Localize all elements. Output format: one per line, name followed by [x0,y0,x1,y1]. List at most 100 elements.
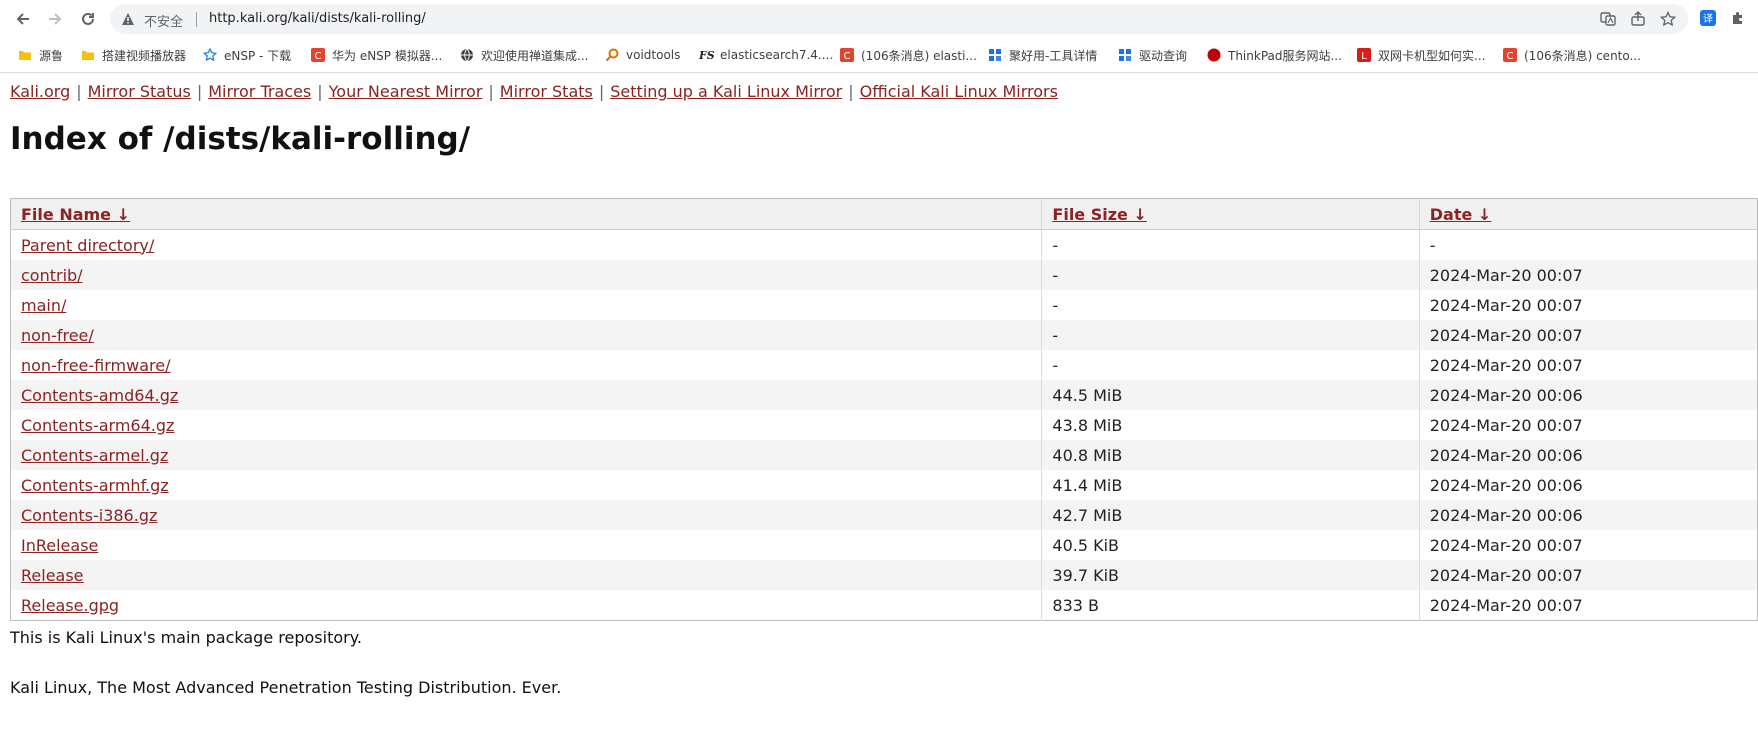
nav-link-official-mirrors[interactable]: Official Kali Linux Mirrors [860,82,1058,101]
table-row: Parent directory/ - - [11,229,1758,261]
sort-by-name-link[interactable]: File Name ↓ [21,205,130,224]
translate-extension-icon[interactable]: 译 [1700,10,1716,30]
file-size-cell: 42.7 MiB [1041,500,1420,530]
nav-link-mirror-traces[interactable]: Mirror Traces [208,82,311,101]
nav-link-kali-org[interactable]: Kali.org [10,82,70,101]
bookmark-label: 搭建视频播放器 [102,48,187,63]
file-link[interactable]: Release.gpg [21,596,119,615]
file-name-cell: Parent directory/ [11,230,1042,261]
column-header-date: Date ↓ [1418,198,1758,230]
nav-link-mirror-stats[interactable]: Mirror Stats [500,82,593,101]
svg-text:L: L [1361,51,1367,62]
bookmark-item[interactable]: 欢迎使用禅道集成... [460,46,588,64]
bookmark-label: 双网卡机型如何实... [1378,48,1486,63]
csdn-favicon-icon: C [840,48,854,62]
sort-by-size-link[interactable]: File Size ↓ [1052,205,1146,224]
file-link[interactable]: Contents-amd64.gz [21,386,178,405]
file-link[interactable]: Release [21,566,84,585]
file-link[interactable]: contrib/ [21,266,83,285]
file-name-cell: non-free-firmware/ [11,350,1042,380]
bookmark-item[interactable]: C (106条消息) cento... [1503,46,1641,64]
bookmark-item[interactable]: L 双网卡机型如何实... [1357,46,1485,64]
bookmark-item[interactable]: 搭建视频播放器 [81,46,186,64]
reload-button[interactable] [75,6,101,32]
bookmark-label: elasticsearch7.4.... [720,48,834,62]
file-name-cell: Contents-i386.gz [11,500,1042,530]
bookmark-star-icon[interactable] [1659,10,1677,31]
file-size-cell: - [1041,320,1420,350]
bookmark-item[interactable]: voidtools [605,46,680,64]
file-link[interactable]: Contents-armhf.gz [21,476,169,495]
share-icon[interactable] [1630,11,1646,31]
file-name-cell: Contents-amd64.gz [11,380,1042,410]
bookmark-item[interactable]: C 华为 eNSP 模拟器... [311,46,442,64]
kali-tagline: Kali Linux, The Most Advanced Penetratio… [10,678,562,697]
bookmark-item[interactable]: 驱动查询 [1118,46,1187,64]
file-link[interactable]: Contents-armel.gz [21,446,168,465]
bookmark-item[interactable]: eNSP - 下载 [202,46,291,64]
file-name-cell: Contents-arm64.gz [11,410,1042,440]
file-name-cell: main/ [11,290,1042,320]
bookmark-item[interactable]: ThinkPad服务网站... [1207,46,1342,64]
arrow-right-icon [49,13,62,25]
security-status[interactable]: 不安全 [144,11,183,30]
file-link[interactable]: non-free/ [21,326,94,345]
bookmark-label: 欢迎使用禅道集成... [481,48,589,63]
file-link[interactable]: InRelease [21,536,98,555]
file-name-cell: Release.gpg [11,590,1042,621]
translate-icon[interactable] [1600,11,1616,31]
table-row: Contents-amd64.gz 44.5 MiB 2024-Mar-20 00:… [10,380,1758,410]
fs-favicon-icon: FS [698,48,715,62]
bookmark-item[interactable]: 源鲁 [18,46,63,64]
nav-link-mirror-status[interactable]: Mirror Status [88,82,191,101]
url-text[interactable]: http.kali.org/kali/dists/kali-rolling/ [209,11,1409,26]
nav-link-nearest-mirror[interactable]: Your Nearest Mirror [329,82,483,101]
repository-description: This is Kali Linux's main package reposi… [10,628,362,647]
bookmark-label: voidtools [626,48,681,62]
lenovo-favicon-icon: L [1357,48,1371,62]
file-name-cell: Release [11,560,1042,590]
file-date-cell: 2024-Mar-20 00:06 [1418,500,1758,530]
file-link[interactable]: main/ [21,296,66,315]
address-bar[interactable]: 不安全 http.kali.org/kali/dists/kali-rollin… [110,4,1688,34]
file-link[interactable]: Parent directory/ [21,236,154,255]
file-link[interactable]: Contents-arm64.gz [21,416,174,435]
warning-triangle-icon [122,13,134,25]
back-button[interactable] [10,6,36,32]
svg-text:FS: FS [699,49,715,62]
browser-toolbar: 不安全 http.kali.org/kali/dists/kali-rollin… [0,0,1758,38]
file-date-cell: 2024-Mar-20 00:07 [1418,560,1758,590]
file-name-cell: non-free/ [11,320,1042,350]
column-header-file-name: File Name ↓ [10,198,1042,230]
nav-link-setup-mirror[interactable]: Setting up a Kali Linux Mirror [610,82,842,101]
bookmark-item[interactable]: 聚好用-工具详情 [988,46,1097,64]
file-date-cell: 2024-Mar-20 00:07 [1418,530,1758,560]
file-link[interactable]: non-free-firmware/ [21,356,170,375]
bookmark-item[interactable]: C (106条消息) elasti... [840,46,977,64]
address-bar-actions [1600,10,1677,31]
table-row: Contents-arm64.gz 43.8 MiB 2024-Mar-20 00:… [11,410,1758,440]
nav-separator: | [76,82,82,101]
file-size-cell: 44.5 MiB [1041,380,1420,410]
file-size-cell: 833 B [1041,590,1420,621]
file-size-cell: - [1041,290,1420,320]
jhy-favicon-icon [988,48,1002,62]
jhy-favicon-icon [1118,48,1132,62]
bookmark-label: 聚好用-工具详情 [1009,48,1098,63]
svg-text:译: 译 [1703,13,1713,25]
file-listing-table: File Name ↓ File Size ↓ Date ↓ Parent di… [10,198,1758,621]
sort-by-date-link[interactable]: Date ↓ [1430,205,1492,224]
file-link[interactable]: Contents-i386.gz [21,506,157,525]
file-size-cell: - [1041,229,1420,260]
forward-button[interactable] [42,6,68,32]
file-size-cell: 43.8 MiB [1041,410,1420,440]
extensions-puzzle-icon[interactable] [1730,10,1746,30]
bookmark-item[interactable]: FS elasticsearch7.4.... [698,46,834,64]
file-date-cell: - [1418,229,1758,260]
file-size-cell: 39.7 KiB [1041,560,1420,590]
bookmark-label: 华为 eNSP 模拟器... [332,48,443,63]
table-row: non-free-firmware/ -2024-Mar-20 00:07 [11,350,1758,380]
file-date-cell: 2024-Mar-20 00:06 [1418,440,1758,470]
table-row: Contents-armel.gz 40.8 MiB 2024-Mar-20 00:… [10,440,1758,470]
file-name-cell: contrib/ [11,260,1042,290]
